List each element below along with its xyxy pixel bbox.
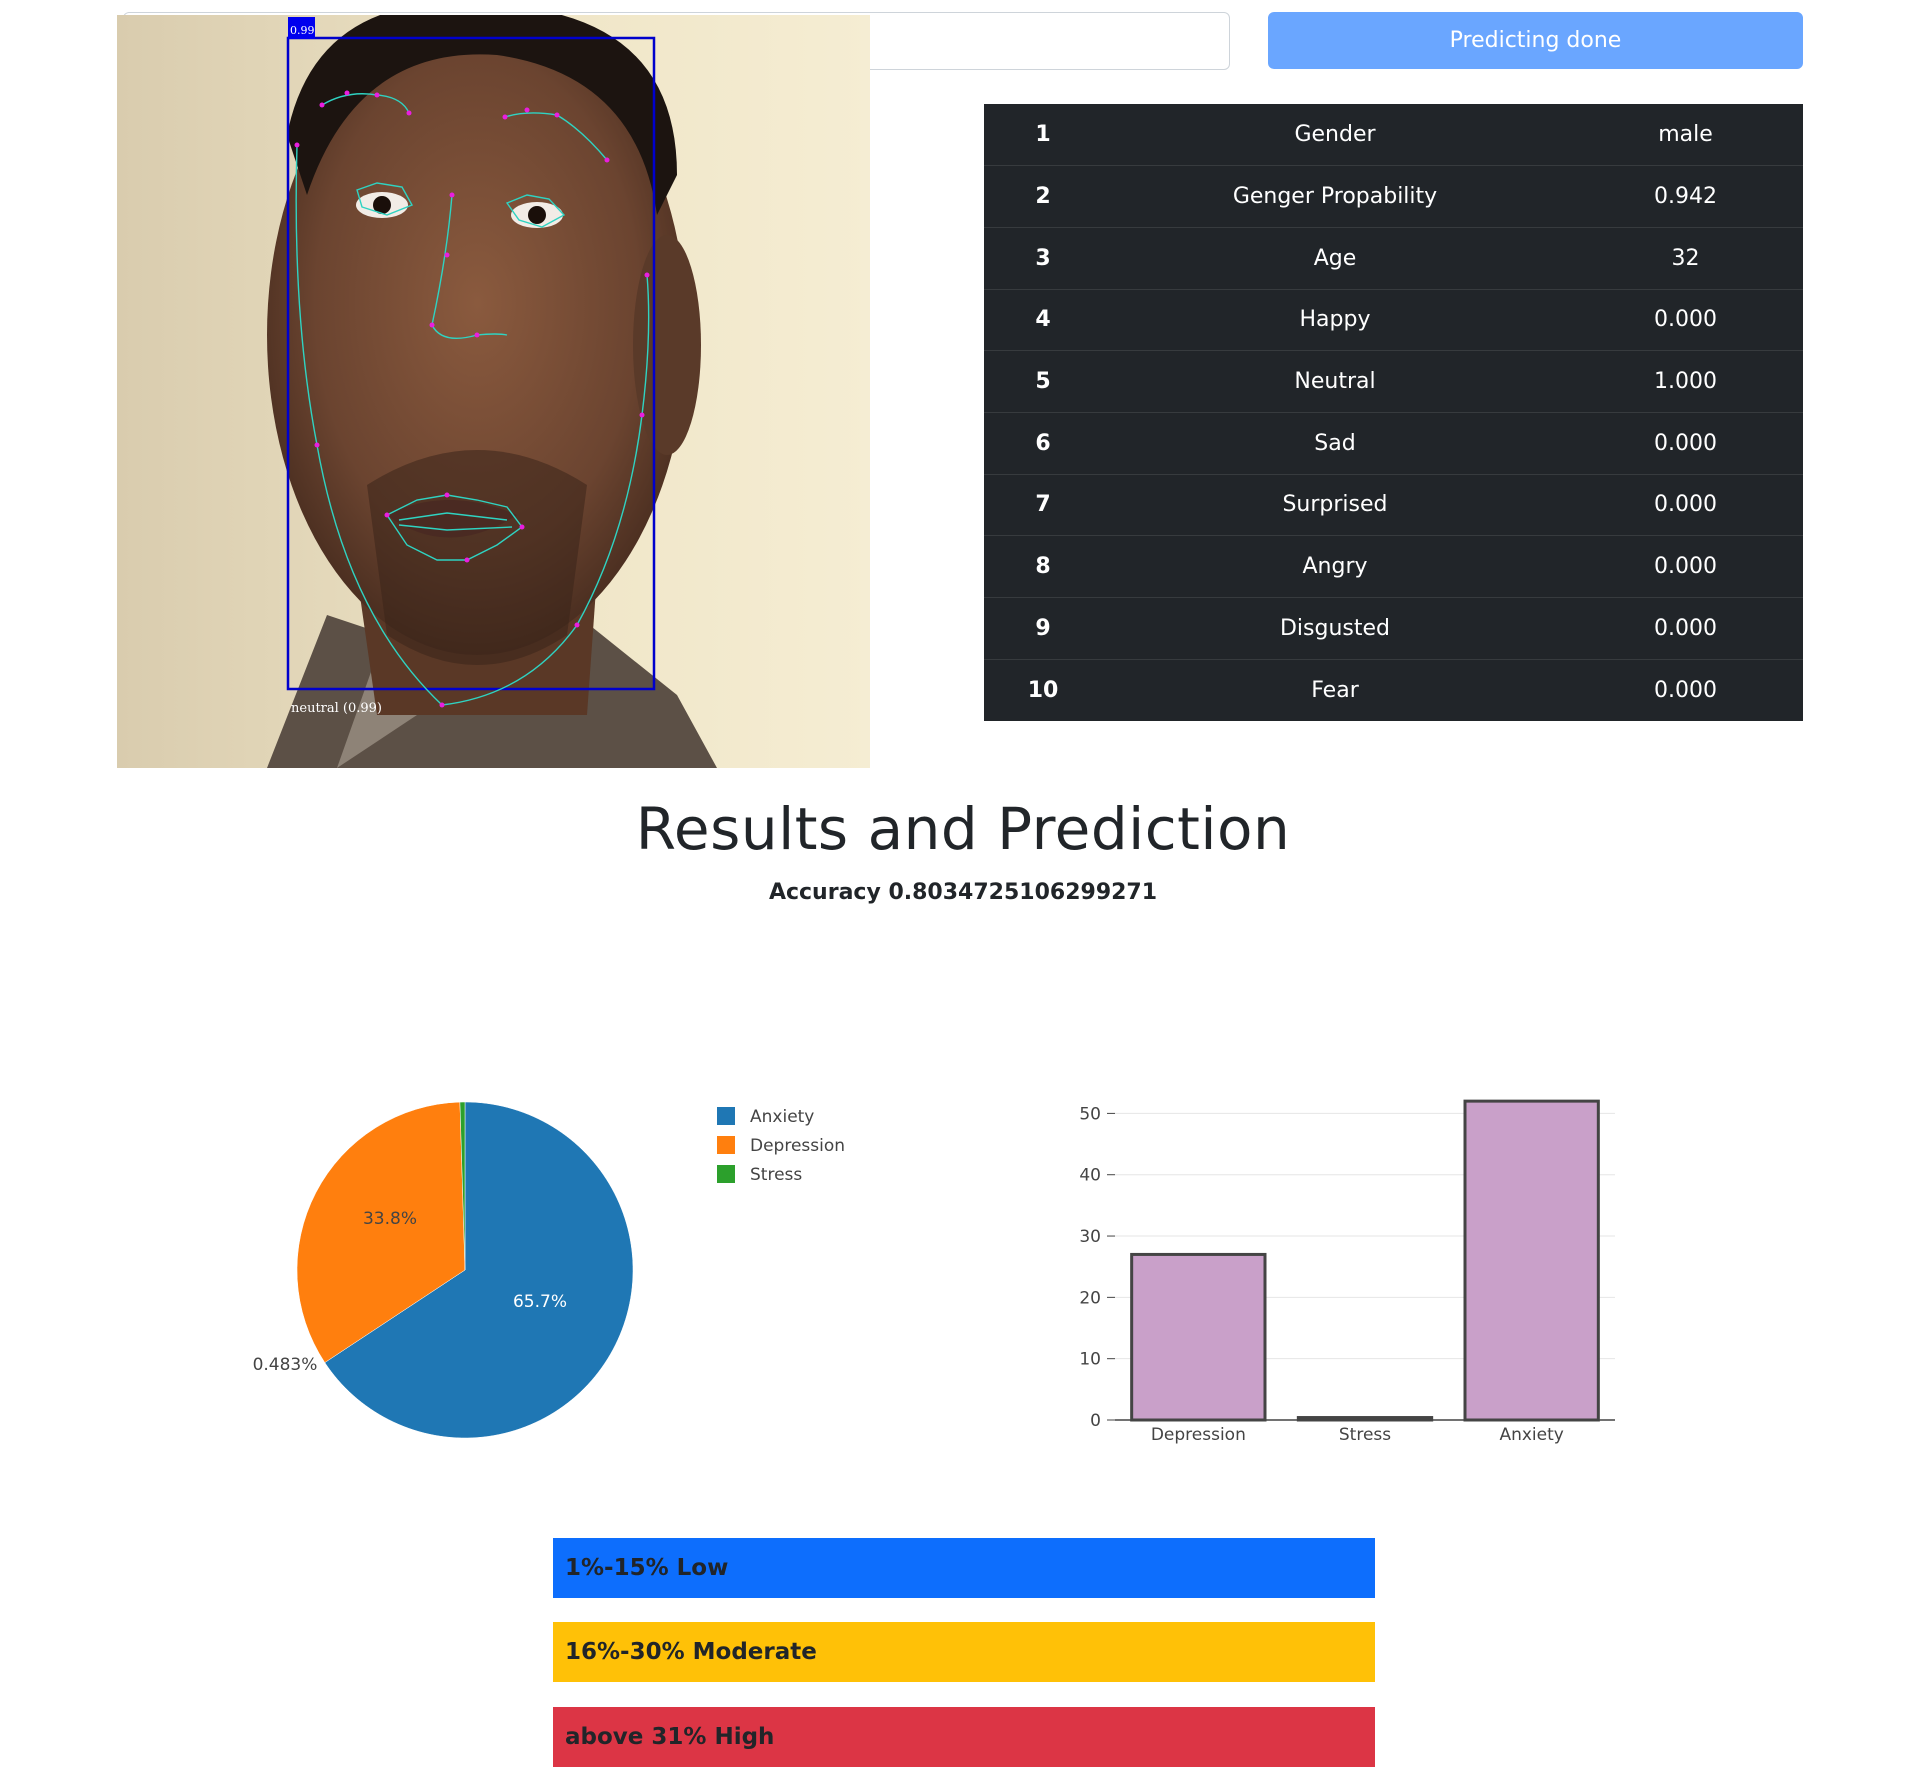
legend-swatch: [717, 1136, 735, 1154]
table-row: 8 Angry 0.000: [984, 535, 1803, 598]
y-tick-label: 50: [1079, 1104, 1101, 1124]
table-row: 9 Disgusted 0.000: [984, 597, 1803, 660]
accuracy-text: Accuracy 0.8034725106299271: [768, 880, 1158, 905]
legend-item-depression[interactable]: Depression: [750, 1136, 845, 1156]
predict-button[interactable]: Predicting done: [1268, 12, 1803, 69]
table-row: 10 Fear 0.000: [984, 658, 1803, 721]
legend-item-stress[interactable]: Stress: [750, 1165, 802, 1185]
table-cell-val: male: [1658, 122, 1713, 148]
x-tick-label: Depression: [1151, 1425, 1246, 1445]
table-cell-idx: 4: [984, 288, 1102, 351]
table-cell-idx: 6: [984, 411, 1102, 475]
pie-chart: 65.7% 33.8% 0.483% Anxiety Depression Stress: [230, 1070, 930, 1440]
table-cell-idx: 1: [1035, 122, 1051, 148]
y-tick-label: 0: [1090, 1411, 1101, 1431]
table-cell-idx: 8: [984, 535, 1102, 598]
results-table: 1 Gender male 2 Genger Propability 0.942 3 Age 3…: [984, 104, 1803, 721]
emotion-label: neutral (0.99): [291, 701, 382, 716]
bar-chart: 0 10 20 30 40 50 Depression Stress Anxiety: [1060, 1085, 1630, 1455]
y-tick-label: 20: [1079, 1288, 1101, 1308]
pie-label: 33.8%: [363, 1209, 417, 1229]
table-cell-name: Surprised: [1102, 473, 1568, 536]
table-cell-val: 32: [1568, 226, 1803, 290]
table-cell-idx: 9: [984, 597, 1102, 660]
table-row: 7 Surprised 0.000: [984, 473, 1803, 536]
y-tick-label: 30: [1079, 1227, 1101, 1247]
table-cell-name: Gender: [1294, 122, 1376, 148]
table-cell-val: 0.000: [1568, 658, 1803, 721]
level-moderate-bar: 16%-30% Moderate: [553, 1622, 1375, 1682]
table-row: 5 Neutral 1.000: [984, 350, 1803, 413]
table-cell-val: 0.000: [1568, 288, 1803, 351]
table-cell-val: 0.000: [1568, 597, 1803, 660]
table-cell-idx: 10: [984, 658, 1102, 721]
table-cell-val: 0.942: [1568, 165, 1803, 228]
bar-anxiety[interactable]: [1463, 1099, 1600, 1422]
table-cell-idx: 7: [984, 473, 1102, 536]
table-cell-name: Angry: [1102, 535, 1568, 598]
table-cell-name: Age: [1102, 226, 1568, 290]
table-cell-val: 0.000: [1568, 535, 1803, 598]
table-cell-val: 0.000: [1568, 473, 1803, 536]
y-tick-label: 40: [1079, 1166, 1101, 1186]
legend-swatch: [717, 1165, 735, 1183]
bar-stress[interactable]: [1296, 1416, 1434, 1422]
pie-label: 65.7%: [513, 1292, 567, 1312]
bar-depression[interactable]: [1130, 1252, 1267, 1422]
table-cell-idx: 3: [984, 226, 1102, 290]
x-tick-label: Stress: [1339, 1425, 1391, 1445]
table-cell-name: Genger Propability: [1102, 165, 1568, 228]
table-cell-name: Happy: [1102, 288, 1568, 351]
legend-item-anxiety[interactable]: Anxiety: [750, 1107, 814, 1127]
table-row: 1 Gender male: [984, 104, 1803, 166]
level-high-bar: above 31% High: [553, 1707, 1375, 1767]
x-tick-label: Anxiety: [1499, 1425, 1563, 1445]
page-title: Results and Prediction: [635, 795, 1291, 863]
table-row: 6 Sad 0.000: [984, 411, 1803, 475]
table-row: 4 Happy 0.000: [984, 288, 1803, 351]
table-cell-idx: 5: [984, 350, 1102, 413]
table-cell-name: Fear: [1102, 658, 1568, 721]
face-photo: 0.99 neutral (0.99): [117, 15, 870, 768]
table-cell-val: 0.000: [1568, 411, 1803, 475]
table-row: 3 Age 32: [984, 226, 1803, 290]
level-low-bar: 1%-15% Low: [553, 1538, 1375, 1598]
table-cell-name: Disgusted: [1102, 597, 1568, 660]
y-tick-label: 10: [1079, 1350, 1101, 1370]
table-cell-idx: 2: [984, 165, 1102, 228]
table-cell-name: Sad: [1102, 411, 1568, 475]
legend-swatch: [717, 1107, 735, 1125]
table-row: 2 Genger Propability 0.942: [984, 165, 1803, 228]
box-score-label: 0.99: [290, 24, 315, 37]
table-cell-val: 1.000: [1568, 350, 1803, 413]
pie-label: 0.483%: [253, 1355, 318, 1375]
table-cell-name: Neutral: [1102, 350, 1568, 413]
